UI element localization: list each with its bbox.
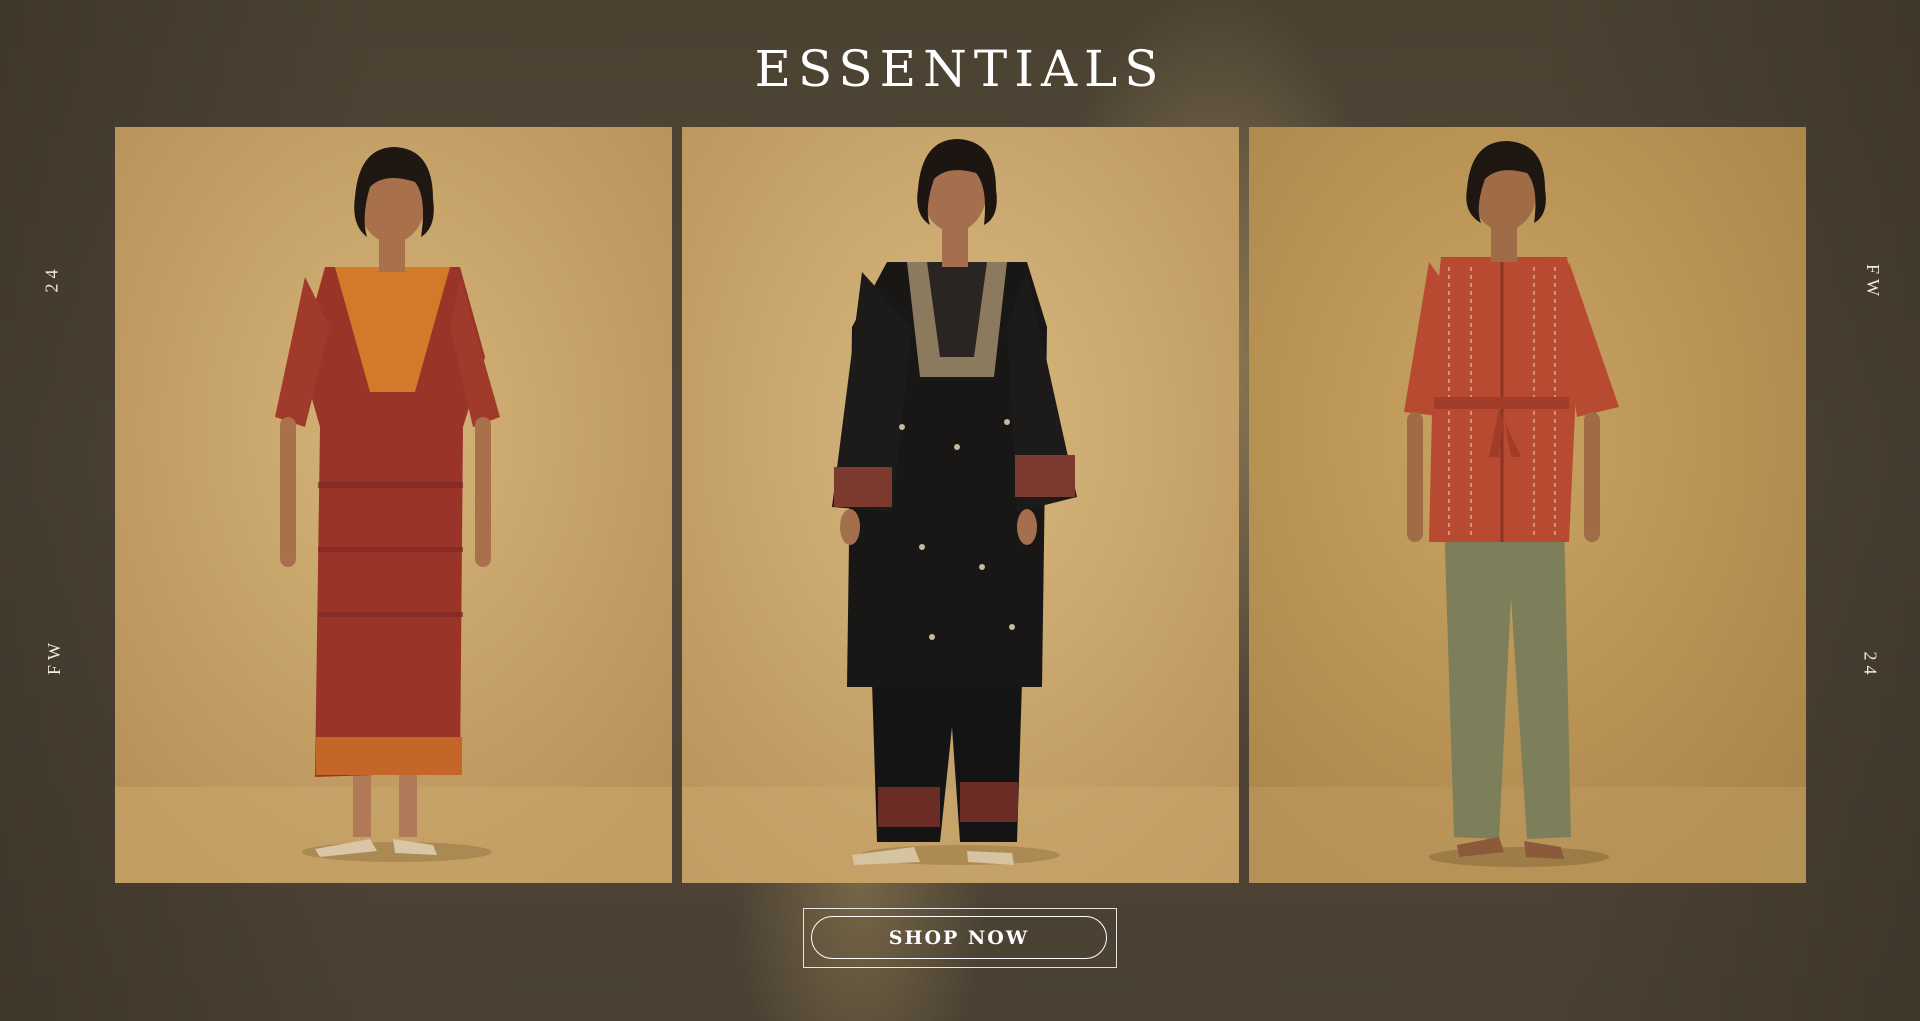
side-label-left-bottom: FW xyxy=(44,638,64,675)
model-photo-red-striped-shirt-olive-pants-icon xyxy=(1249,127,1806,883)
product-panel-3[interactable] xyxy=(1249,127,1806,883)
side-label-right-bottom: 24 xyxy=(1860,651,1881,680)
model-photo-rust-kaftan-dress-icon xyxy=(115,127,672,883)
shop-now-frame: SHOP NOW xyxy=(803,908,1117,968)
product-panel-1[interactable] xyxy=(115,127,672,883)
model-photo-black-embroidered-kurta-set-icon xyxy=(682,127,1239,883)
product-panel-2[interactable] xyxy=(682,127,1239,883)
side-label-left-top: 24 xyxy=(41,264,62,293)
side-label-right-top: FW xyxy=(1863,264,1883,301)
hero-banner: ESSENTIALS 24 FW FW 24 SHOP NOW xyxy=(0,0,1920,1021)
page-title: ESSENTIALS xyxy=(754,40,1166,98)
shop-now-button[interactable]: SHOP NOW xyxy=(811,916,1107,959)
